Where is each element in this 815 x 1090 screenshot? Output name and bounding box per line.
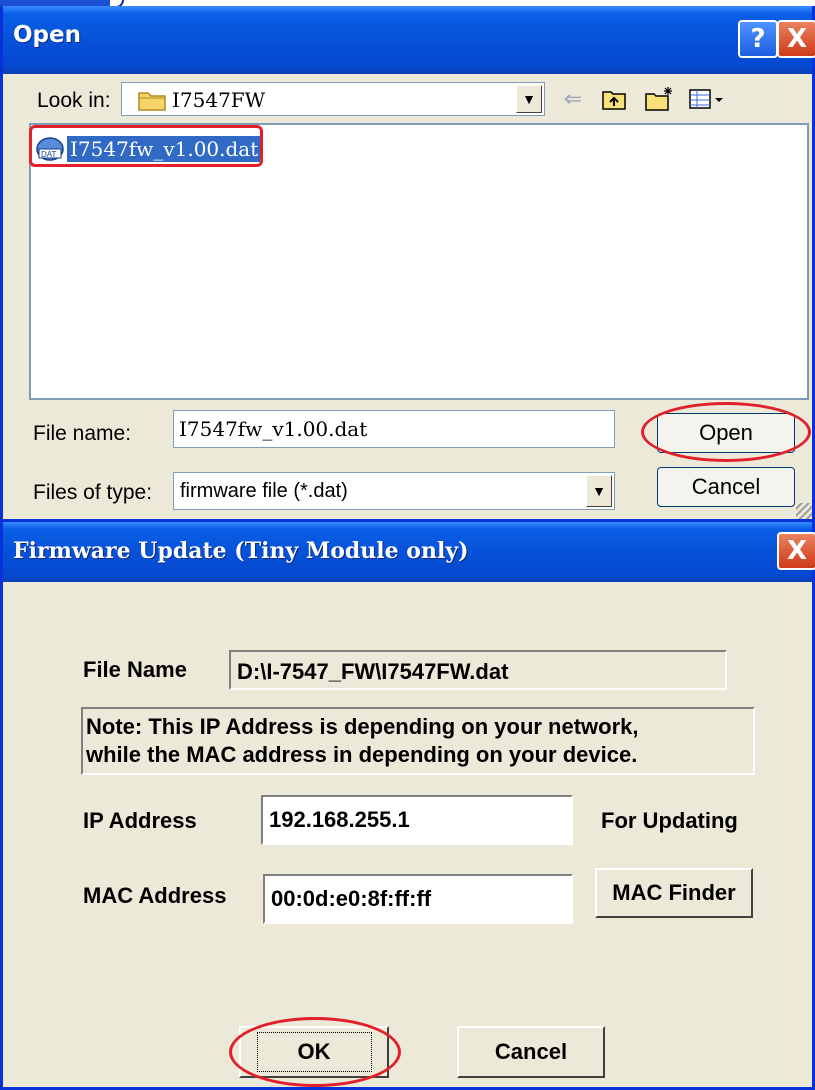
file-name-input[interactable]: I7547fw_v1.00.dat [173,410,615,448]
chevron-down-icon: ▼ [592,483,606,499]
mac-address-label: MAC Address [83,883,227,908]
list-item[interactable]: DAT I7547fw_v1.00.dat [35,134,262,164]
close-icon: X [786,536,808,566]
close-button[interactable]: X [777,20,815,58]
close-button[interactable]: X [777,532,815,570]
close-icon: X [786,24,808,54]
for-updating-label: For Updating [601,808,738,833]
mac-address-input[interactable]: 00:0d:e0:8f:ff:ff [263,874,573,924]
mac-finder-button[interactable]: MAC Finder [595,868,753,918]
up-folder-icon[interactable] [599,86,629,112]
open-dialog: Open ? X Look in: I7547FW ▼ ⇐ DAT I7547f… [0,6,815,522]
open-dialog-titlebar[interactable]: Open ? X [3,6,815,74]
file-list[interactable]: DAT I7547fw_v1.00.dat [29,123,809,400]
help-button[interactable]: ? [738,20,778,58]
new-folder-icon[interactable] [643,86,675,112]
firmware-dialog-titlebar[interactable]: Firmware Update (Tiny Module only) X [3,522,815,582]
dat-file-icon: DAT [36,137,64,161]
cancel-button[interactable]: Cancel [657,467,795,507]
cancel-button[interactable]: Cancel [457,1026,605,1078]
look-in-combo[interactable]: I7547FW ▼ [121,82,545,116]
ip-address-label: IP Address [83,808,197,833]
ok-button[interactable]: OK [239,1026,389,1078]
firmware-dialog-title: Firmware Update (Tiny Module only) [13,538,469,564]
look-in-dropdown-arrow[interactable]: ▼ [516,85,542,113]
folder-icon [138,92,166,111]
note-box: Note: This IP Address is depending on yo… [81,707,755,775]
file-name-label: File Name [83,657,187,682]
look-in-label: Look in: [37,89,111,112]
files-of-type-combo[interactable]: firmware file (*.dat) ▼ [173,472,615,510]
help-icon: ? [750,24,766,54]
file-name: I7547fw_v1.00.dat [67,136,262,162]
look-in-value: I7547FW [172,88,266,112]
note-line-1: Note: This IP Address is depending on yo… [86,714,639,739]
ip-address-input[interactable]: 192.168.255.1 [261,795,573,845]
open-dialog-title: Open [13,22,81,48]
file-name-label: File name: [33,422,132,445]
resize-grip-icon[interactable] [796,503,812,519]
files-of-type-dropdown-arrow[interactable]: ▼ [586,475,612,507]
files-of-type-value: firmware file (*.dat) [180,480,348,502]
svg-text:DAT: DAT [41,150,57,159]
firmware-update-dialog: Firmware Update (Tiny Module only) X Fil… [0,522,815,1090]
chevron-down-icon: ▼ [522,91,536,107]
back-arrow-icon[interactable]: ⇐ [559,86,587,112]
file-name-display: D:\I-7547_FW\I7547FW.dat [229,650,727,690]
note-line-2: while the MAC address in depending on yo… [86,742,638,767]
open-button[interactable]: Open [657,413,795,453]
ok-button-label: OK [256,1032,372,1072]
view-menu-icon[interactable] [687,86,729,112]
files-of-type-label: Files of type: [33,481,153,504]
